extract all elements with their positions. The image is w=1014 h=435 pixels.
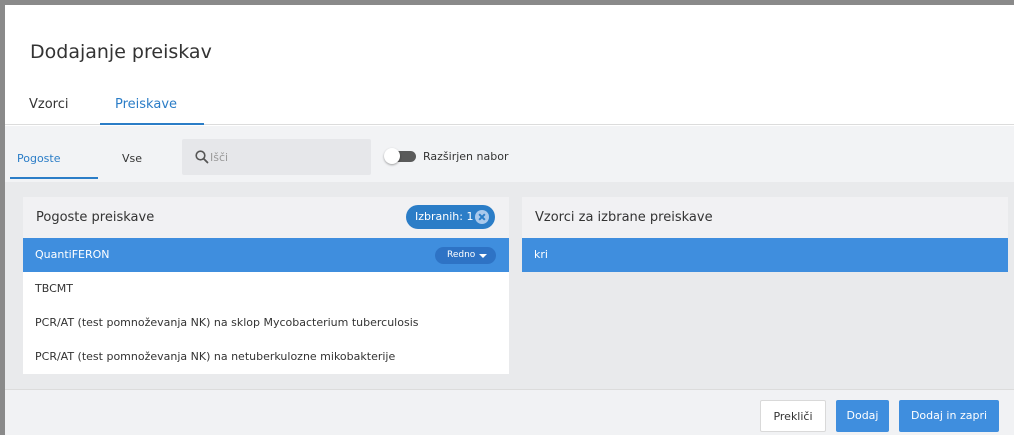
search-input[interactable]: [210, 148, 360, 166]
add-button[interactable]: Dodaj: [836, 400, 889, 432]
list-item[interactable]: TBCMT: [23, 272, 509, 306]
list-item-label: PCR/AT (test pomnoževanja NK) na netuber…: [35, 350, 396, 363]
subtab-all[interactable]: Vse: [122, 152, 142, 165]
dialog-title: Dodajanje preiskav: [30, 41, 212, 63]
active-subtab-indicator: [10, 177, 98, 179]
frequent-tests-panel: Pogoste preiskave Izbranih: 1 QuantiFERO…: [23, 197, 509, 374]
caret-down-icon: [479, 254, 487, 258]
content-area: Pogoste preiskave Izbranih: 1 QuantiFERO…: [5, 182, 1014, 390]
extended-set-toggle[interactable]: [384, 148, 416, 164]
main-tabs: Vzorci Preiskave: [5, 87, 1014, 125]
list-item[interactable]: QuantiFERON Redno: [23, 238, 509, 272]
list-item-label: PCR/AT (test pomnoževanja NK) na sklop M…: [35, 316, 419, 329]
list-item[interactable]: PCR/AT (test pomnoževanja NK) na netuber…: [23, 340, 509, 374]
cancel-button[interactable]: Prekliči: [760, 400, 826, 432]
list-item-label: QuantiFERON: [35, 248, 110, 261]
search-box[interactable]: [182, 139, 371, 175]
priority-label: Redno: [447, 250, 476, 260]
list-item-label: TBCMT: [35, 282, 73, 295]
search-icon: [195, 150, 209, 164]
clear-selection-icon[interactable]: [475, 210, 489, 224]
list-item-label: kri: [534, 248, 548, 261]
panel-header: Pogoste preiskave Izbranih: 1: [23, 197, 509, 238]
toggle-label: Razširjen nabor: [423, 150, 509, 163]
badge-label: Izbranih: 1: [415, 210, 474, 223]
add-tests-dialog: Dodajanje preiskav Vzorci Preiskave Pogo…: [5, 5, 1014, 435]
selected-count-badge: Izbranih: 1: [406, 205, 495, 229]
tab-tests[interactable]: Preiskave: [115, 97, 177, 112]
samples-for-selected-panel: Vzorci za izbrane preiskave kri: [522, 197, 1008, 272]
dialog-footer: Prekliči Dodaj Dodaj in zapri: [5, 390, 1014, 435]
panel-title: Vzorci za izbrane preiskave: [535, 210, 713, 225]
list-item[interactable]: PCR/AT (test pomnoževanja NK) na sklop M…: [23, 306, 509, 340]
subtab-frequent[interactable]: Pogoste: [17, 152, 61, 165]
panel-title: Pogoste preiskave: [36, 210, 155, 225]
panel-header: Vzorci za izbrane preiskave: [522, 197, 1008, 238]
add-and-close-button[interactable]: Dodaj in zapri: [899, 400, 999, 432]
active-tab-indicator: [100, 123, 204, 125]
list-item[interactable]: kri: [522, 238, 1008, 272]
filter-bar: Pogoste Vse Razširjen nabor: [5, 126, 1014, 182]
priority-dropdown[interactable]: Redno: [435, 247, 496, 264]
tab-samples[interactable]: Vzorci: [29, 97, 69, 112]
toggle-knob: [384, 148, 400, 164]
